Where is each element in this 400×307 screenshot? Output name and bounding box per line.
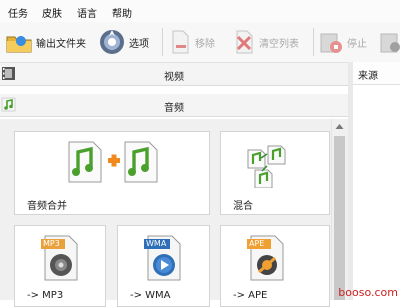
stop-button[interactable]: 停止 [318,22,367,62]
wma-badge: WMA [144,239,170,249]
wma-badge-text: WMA [146,239,167,248]
scroll-thumb[interactable] [334,136,345,300]
toolbar: 输出文件夹 选项 移除 清空列表 停止 [0,22,400,63]
clear-list-button[interactable]: 清空列表 [232,22,299,62]
category-audio[interactable]: 音频 [0,94,348,117]
convert-mp3-tile[interactable]: MP3 -> MP3 [14,225,106,307]
ape-label: -> APE [233,290,268,301]
ape-badge-text: APE [249,239,265,248]
source-column-header[interactable]: 来源 [353,62,400,85]
mp3-badge: MP3 [41,239,65,249]
start-icon [380,33,400,53]
mp3-badge-text: MP3 [43,239,60,248]
mp3-label: -> MP3 [27,290,64,301]
stop-label: 停止 [347,38,367,50]
remove-label: 移除 [195,38,215,50]
options-label: 选项 [129,38,149,50]
source-header-label: 来源 [358,71,378,82]
scroll-up-arrow-icon[interactable] [335,123,344,130]
toolbar-overflow-button[interactable] [378,22,400,62]
menu-language[interactable]: 语言 [77,5,97,20]
mix-label: 混合 [233,201,253,212]
output-folder-label: 输出文件夹 [36,38,86,50]
mix-icon [247,145,286,188]
function-grid: 音频合并 混合 MP3 -> MP3 WMA -> WMA APE -> APE [0,119,348,307]
audio-merge-tile[interactable]: 音频合并 [14,131,210,215]
category-video-label: 视频 [164,72,184,83]
menu-task[interactable]: 任务 [8,5,28,20]
ape-badge: APE [247,239,271,249]
wma-label: -> WMA [130,290,171,301]
stop-icon [320,33,342,53]
clear-list-label: 清空列表 [259,38,299,50]
menu-bar: 任务 皮肤 语言 帮助 [0,0,400,22]
mix-tile[interactable]: 混合 [220,131,330,215]
remove-button[interactable]: 移除 [168,22,215,62]
output-folder-button[interactable]: 输出文件夹 [5,22,86,62]
folder-icon [6,36,32,53]
convert-wma-tile[interactable]: WMA -> WMA [117,225,210,307]
file-list-panel [353,62,400,300]
remove-document-icon [172,30,189,54]
clear-list-icon [236,30,253,54]
menu-skin[interactable]: 皮肤 [42,5,62,20]
category-video[interactable]: 视频 [0,63,348,86]
options-icon [100,30,124,54]
toolbar-separator [313,28,314,56]
category-audio-label: 音频 [164,103,184,114]
toolbar-separator [162,28,163,56]
convert-ape-tile[interactable]: APE -> APE [220,225,330,307]
audio-merge-icon [68,141,158,183]
audio-merge-label: 音频合并 [27,201,67,212]
watermark-text: booso.com [338,286,398,299]
menu-help[interactable]: 帮助 [112,5,132,20]
options-button[interactable]: 选项 [98,22,149,62]
